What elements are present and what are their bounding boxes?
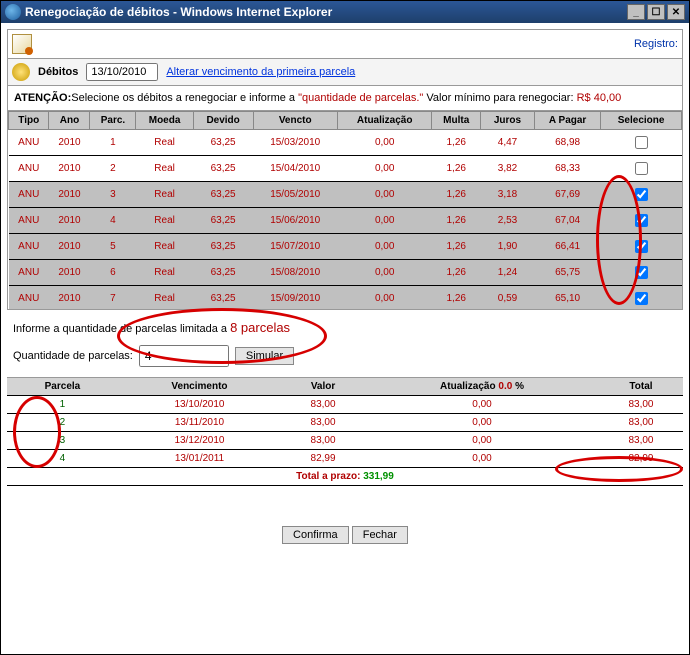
sim-col-valor: Valor (281, 378, 365, 396)
prompt-text: Informe a quantidade de parcelas limitad… (7, 310, 683, 341)
table-row: 313/12/201083,000,0083,00 (7, 432, 683, 450)
debits-col-header: Vencto (253, 112, 337, 130)
sim-col-vencimento: Vencimento (118, 378, 281, 396)
table-row: ANU20105Real63,2515/07/20100,001,261,906… (9, 234, 682, 260)
debits-col-header: Moeda (136, 112, 193, 130)
date-input[interactable] (86, 63, 158, 81)
select-row-checkbox[interactable] (635, 188, 648, 201)
select-row-checkbox[interactable] (635, 214, 648, 227)
sim-col-total: Total (599, 378, 683, 396)
document-icon (12, 34, 32, 54)
table-row: ANU20101Real63,2515/03/20100,001,264,476… (9, 130, 682, 156)
table-row: 113/10/201083,000,0083,00 (7, 396, 683, 414)
debits-col-header: Ano (49, 112, 90, 130)
debits-col-header: Juros (481, 112, 535, 130)
table-row: ANU20104Real63,2515/06/20100,001,262,536… (9, 208, 682, 234)
debits-col-header: Devido (193, 112, 253, 130)
select-row-checkbox[interactable] (635, 292, 648, 305)
table-row: ANU20107Real63,2515/09/20100,001,260,596… (9, 286, 682, 311)
debits-col-header: Atualização (337, 112, 432, 130)
maximize-button[interactable]: ☐ (647, 4, 665, 20)
close-button[interactable]: ✕ (667, 4, 685, 20)
table-row: ANU20102Real63,2515/04/20100,001,263,826… (9, 156, 682, 182)
debits-col-header: Selecione (601, 112, 682, 130)
warning-text: ATENÇÃO:Selecione os débitos a renegocia… (7, 86, 683, 110)
coins-icon (12, 63, 30, 81)
debits-col-header: Parc. (90, 112, 136, 130)
sim-col-atualizacao: Atualização 0.0 % (365, 378, 599, 396)
ie-icon (5, 4, 21, 20)
qty-input[interactable] (139, 345, 229, 367)
table-row: 213/11/201083,000,0083,00 (7, 414, 683, 432)
debits-col-header: Tipo (9, 112, 49, 130)
window-titlebar: Renegociação de débitos - Windows Intern… (1, 1, 689, 23)
select-row-checkbox[interactable] (635, 136, 648, 149)
registro-label: Registro: (634, 38, 678, 50)
debits-table: TipoAnoParc.MoedaDevidoVenctoAtualização… (8, 111, 682, 310)
select-row-checkbox[interactable] (635, 266, 648, 279)
select-row-checkbox[interactable] (635, 162, 648, 175)
sim-col-parcela: Parcela (7, 378, 118, 396)
simular-button[interactable]: Simular (235, 347, 294, 365)
table-row: ANU20106Real63,2515/08/20100,001,261,246… (9, 260, 682, 286)
fechar-button[interactable]: Fechar (352, 526, 408, 544)
debits-col-header: A Pagar (535, 112, 601, 130)
select-row-checkbox[interactable] (635, 240, 648, 253)
qty-label: Quantidade de parcelas: (13, 350, 133, 362)
table-row: ANU20103Real63,2515/05/20100,001,263,186… (9, 182, 682, 208)
window-title: Renegociação de débitos - Windows Intern… (25, 5, 332, 19)
minimize-button[interactable]: _ (627, 4, 645, 20)
total-a-prazo: Total a prazo: 331,99 (7, 468, 683, 486)
debits-scroll-area[interactable]: TipoAnoParc.MoedaDevidoVenctoAtualização… (7, 110, 683, 310)
debits-col-header: Multa (432, 112, 481, 130)
alterar-vencimento-link[interactable]: Alterar vencimento da primeira parcela (166, 66, 355, 78)
confirma-button[interactable]: Confirma (282, 526, 349, 544)
table-row: 413/01/201182,990,0082,99 (7, 450, 683, 468)
simulation-table: Parcela Vencimento Valor Atualização 0.0… (7, 378, 683, 486)
debitos-label: Débitos (38, 66, 78, 78)
